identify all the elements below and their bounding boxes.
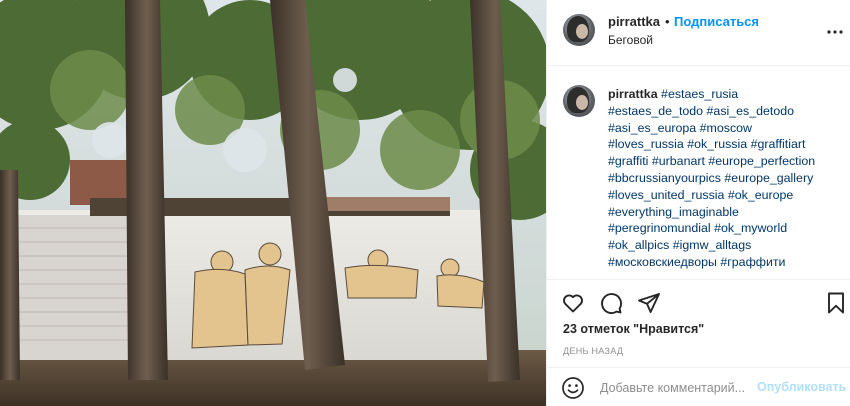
hashtag[interactable]: #peregrinomundial [608,221,711,235]
hashtag[interactable]: #ok_russia [687,137,747,151]
caption-line: #peregrinomundial #ok_myworld [608,220,844,237]
post-header: pirrattka • Подписаться Беговой [547,0,850,66]
hashtag[interactable]: #ok_allpics [608,238,669,252]
post-side-panel: pirrattka • Подписаться Беговой pirrattk… [546,0,850,406]
more-options-icon[interactable] [823,22,847,42]
hashtag[interactable]: #europe_gallery [724,171,813,185]
comment-icon[interactable] [599,291,623,315]
hashtag[interactable]: #московскиедворы [608,255,717,269]
graffiti-wall-photo [0,0,546,406]
caption-section: pirrattka #estaes_rusia #estaes_de_todo … [547,67,850,279]
hashtag[interactable]: #граффити [720,255,785,269]
caption-line: #loves_united_russia #ok_europe [608,187,844,204]
hashtag[interactable]: #ok_myworld [714,221,787,235]
caption-line: #estaes_de_todo #asi_es_detodo [608,103,844,120]
follow-button[interactable]: Подписаться [674,14,759,29]
hashtag[interactable]: #europe_perfection [708,154,815,168]
hashtag[interactable]: #graffiti [608,154,648,168]
caption-line: #bbcrussianyourpics #europe_gallery [608,170,844,187]
hashtag[interactable]: #ok_europe [728,188,793,202]
caption-line: #московскиедворы #граффити [608,254,844,271]
hashtag[interactable]: #bbcrussianyourpics [608,171,721,185]
caption-line: #graffiti #urbanart #europe_perfection [608,153,844,170]
caption-username[interactable]: pirrattka [608,87,658,101]
share-icon[interactable] [637,291,661,315]
hashtag[interactable]: #igmw_alltags [673,238,752,252]
separator-dot: • [665,14,670,29]
hashtag[interactable]: #graffitiart [751,137,806,151]
post-photo[interactable] [0,0,546,406]
author-username[interactable]: pirrattka [608,14,660,29]
hashtag[interactable]: #loves_united_russia [608,188,724,202]
caption-line: pirrattka #estaes_rusia [608,86,844,103]
hashtag[interactable]: #everything_imaginable [608,205,739,219]
caption-line: #loves_russia #ok_russia #graffitiart [608,136,844,153]
caption-line: #everything_imaginable [608,204,844,221]
post-actions: 23 отметок "Нравится" ДЕНЬ НАЗАД Опублик… [547,279,850,406]
caption-line: #asi_es_europa #moscow [608,120,844,137]
bookmark-icon[interactable] [824,291,848,315]
hashtag[interactable]: #estaes_rusia [661,87,738,101]
comment-input[interactable] [600,379,756,397]
post-location[interactable]: Беговой [608,33,653,47]
publish-button[interactable]: Опубликовать [757,380,846,394]
hashtag[interactable]: #asi_es_europa [608,121,696,135]
hashtag[interactable]: #asi_es_detodo [707,104,795,118]
comment-bar: Опубликовать [547,367,850,406]
likes-count[interactable]: 23 отметок "Нравится" [563,322,704,336]
hashtag[interactable]: #loves_russia [608,137,684,151]
heart-icon[interactable] [561,291,585,315]
hashtag[interactable]: #urbanart [652,154,705,168]
hashtag[interactable]: #moscow [700,121,752,135]
caption-avatar[interactable] [563,85,595,117]
author-avatar[interactable] [563,14,595,46]
hashtag[interactable]: #estaes_de_todo [608,104,703,118]
caption-line: #ok_allpics #igmw_alltags [608,237,844,254]
post-date[interactable]: ДЕНЬ НАЗАД [563,346,623,356]
emoji-icon[interactable] [561,376,585,400]
caption-text: pirrattka #estaes_rusia #estaes_de_todo … [608,86,844,271]
